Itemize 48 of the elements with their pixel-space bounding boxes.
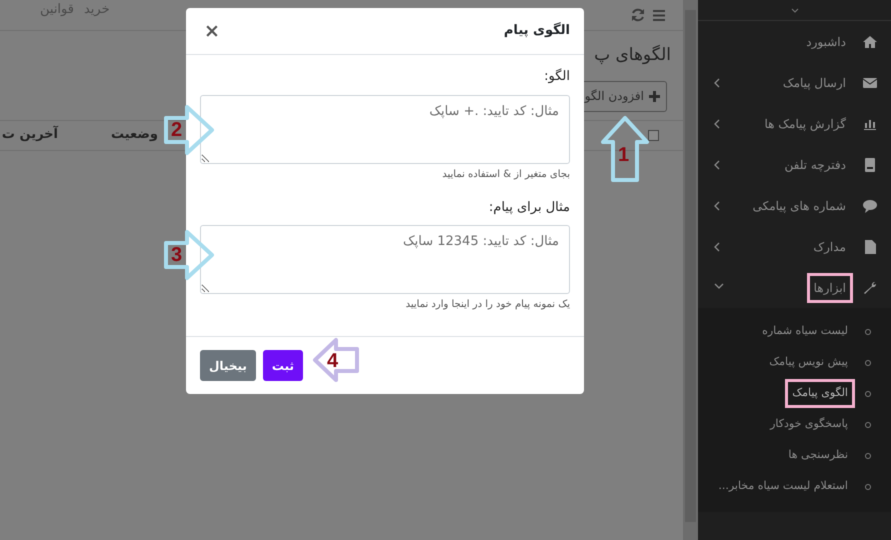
annotation-number: 2 xyxy=(171,120,182,140)
bullet-icon xyxy=(865,422,871,428)
submenu-item[interactable]: لیست سیاه شماره xyxy=(755,317,855,346)
submenu-item[interactable]: استعلام لیست سیاه مخابر... xyxy=(711,472,855,501)
bullet-icon xyxy=(865,328,871,334)
annotation-number: 1 xyxy=(618,145,630,165)
refresh-icon[interactable] xyxy=(631,8,645,22)
annotation-number: 3 xyxy=(171,245,182,265)
scrollbar[interactable] xyxy=(683,0,698,540)
column-header[interactable]: آخرین ت xyxy=(0,125,58,145)
submit-button[interactable]: ثبت xyxy=(262,350,303,381)
sidebar-item[interactable]: ارسال پیامک xyxy=(776,68,853,98)
chat-icon xyxy=(863,198,877,212)
sidebar-item[interactable]: مدارک xyxy=(806,232,853,262)
checkbox[interactable] xyxy=(648,130,659,140)
submenu-item[interactable]: پیش نویس پیامک xyxy=(762,348,855,377)
plus-icon xyxy=(649,90,660,102)
field-label: مثال برای پیام: xyxy=(488,198,570,216)
sidebar-item[interactable]: داشبورد xyxy=(799,26,853,56)
book-icon xyxy=(863,158,877,172)
wrench-icon xyxy=(863,280,877,294)
sidebar-item[interactable]: ابزارها xyxy=(806,272,853,302)
submenu-item[interactable]: الگوی پیامک xyxy=(785,379,855,408)
sidebar-item[interactable]: شماره های پیامکی xyxy=(746,190,853,220)
field-label: الگو: xyxy=(543,68,570,86)
close-button[interactable]: × xyxy=(200,22,224,40)
menu-icon[interactable] xyxy=(653,10,665,20)
cancel-button[interactable]: بیخیال xyxy=(200,350,256,381)
text-area[interactable]: مثال: کد تایید: 12345 ساپک xyxy=(200,225,570,294)
chevron-icon[interactable] xyxy=(790,8,798,12)
column-header[interactable]: وضعیت xyxy=(58,125,158,145)
sidebar-item[interactable]: گزارش پیامک ها xyxy=(757,108,853,138)
bullet-icon xyxy=(865,452,871,458)
bullet-icon xyxy=(865,484,871,490)
modal-title: الگوی پیام xyxy=(504,21,570,40)
annotation-number: 4 xyxy=(327,351,338,371)
submenu-item[interactable]: نظرسنجی ها xyxy=(781,441,855,470)
submenu-item[interactable]: پاسخگوی خودکار xyxy=(763,410,855,439)
document-icon xyxy=(863,240,877,254)
page-title: الگوهای پ xyxy=(593,44,671,67)
text-area[interactable]: مثال: کد تایید: .+ ساپک xyxy=(200,94,570,164)
bullet-icon xyxy=(865,390,871,396)
home-icon xyxy=(863,34,877,48)
bullet-icon xyxy=(865,360,871,366)
sidebar-item[interactable]: دفترچه تلفن xyxy=(777,150,853,180)
help-text: یک نمونه پیام خود را در اینجا وارد نمایید xyxy=(404,298,570,312)
help-text: بجای متغیر از & استفاده نمایید xyxy=(441,168,570,182)
envelope-icon xyxy=(863,76,877,90)
